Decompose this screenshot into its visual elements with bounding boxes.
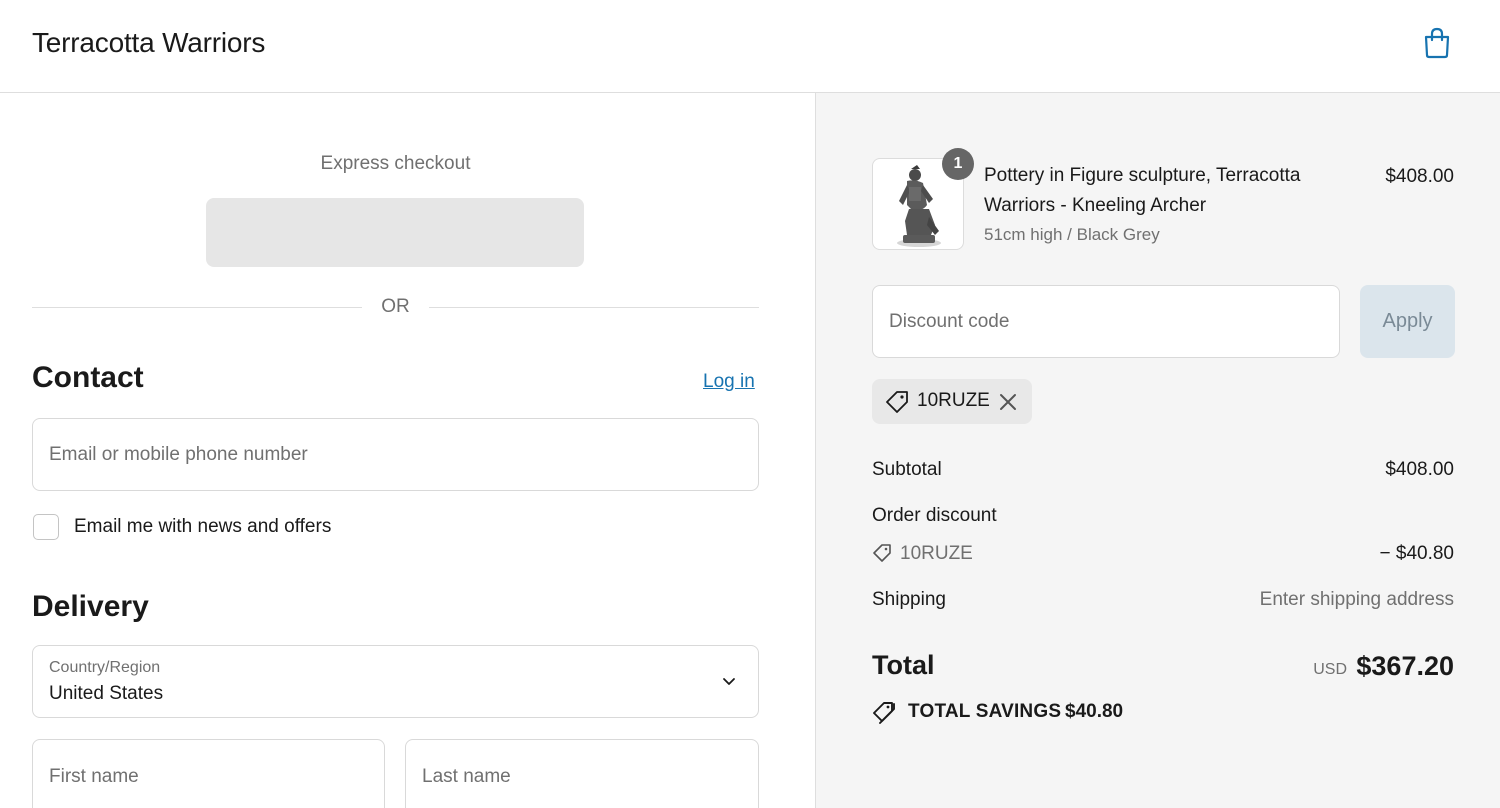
- country-label: Country/Region: [49, 659, 161, 676]
- discount-code-label: 10RUZE: [900, 543, 973, 564]
- chevron-down-icon: [723, 678, 735, 685]
- login-link[interactable]: Log in: [703, 371, 755, 393]
- close-icon[interactable]: [997, 391, 1019, 413]
- newsletter-label[interactable]: Email me with news and offers: [74, 516, 331, 538]
- country-value: United States: [49, 683, 164, 704]
- product-variant: 51cm high / Black Grey: [984, 225, 1160, 244]
- newsletter-checkbox[interactable]: [33, 514, 59, 540]
- subtotal-value: $408.00: [1385, 459, 1454, 480]
- contact-heading: Contact: [32, 361, 144, 394]
- express-checkout-label: Express checkout: [320, 153, 471, 174]
- product-price: $408.00: [1385, 166, 1454, 187]
- total-value: $367.20: [1356, 651, 1454, 681]
- quantity-badge: 1: [942, 148, 974, 180]
- discount-value: − $40.80: [1379, 543, 1455, 564]
- shipping-label: Shipping: [872, 589, 946, 610]
- order-discount-label: Order discount: [872, 505, 997, 526]
- discount-placeholder: Discount code: [889, 310, 1010, 332]
- subtotal-label: Subtotal: [872, 459, 942, 480]
- country-select[interactable]: Country/Region United States: [32, 645, 759, 718]
- order-summary: 1 Pottery in Figure sculpture, Terracott…: [815, 93, 1500, 808]
- tag-icon: [886, 391, 908, 413]
- discount-code-field[interactable]: Discount code: [872, 285, 1340, 358]
- first-name-placeholder: First name: [49, 766, 139, 787]
- express-checkout-button[interactable]: [206, 198, 584, 267]
- product-name: Pottery in Figure sculpture, Terracotta …: [984, 165, 1301, 216]
- divider-line: [429, 307, 759, 308]
- savings-tag-icon: [873, 702, 895, 724]
- or-text: OR: [381, 296, 410, 317]
- total-currency: USD: [1313, 661, 1347, 678]
- store-title[interactable]: Terracotta Warriors: [32, 27, 265, 59]
- total-savings-value: $40.80: [1065, 701, 1124, 722]
- total-label: Total: [872, 650, 935, 680]
- total-savings-label: TOTAL SAVINGS: [908, 701, 1062, 722]
- checkout-form: Express checkout OR Contact Log in Email…: [0, 93, 815, 808]
- applied-code-label: 10RUZE: [917, 390, 990, 411]
- applied-discount-chip: 10RUZE: [872, 379, 1032, 424]
- last-name-field[interactable]: Last name: [405, 739, 759, 808]
- last-name-placeholder: Last name: [422, 766, 511, 787]
- email-field[interactable]: Email or mobile phone number: [32, 418, 759, 491]
- delivery-heading: Delivery: [32, 590, 149, 623]
- first-name-field[interactable]: First name: [32, 739, 385, 808]
- checkout-header: Terracotta Warriors: [0, 0, 1500, 93]
- apply-discount-button[interactable]: Apply: [1360, 285, 1455, 358]
- tag-icon: [873, 544, 891, 562]
- email-placeholder: Email or mobile phone number: [49, 443, 308, 465]
- shipping-value: Enter shipping address: [1259, 589, 1454, 610]
- or-divider: OR: [32, 296, 759, 320]
- divider-line: [32, 307, 362, 308]
- shopping-bag-icon[interactable]: [1420, 26, 1454, 60]
